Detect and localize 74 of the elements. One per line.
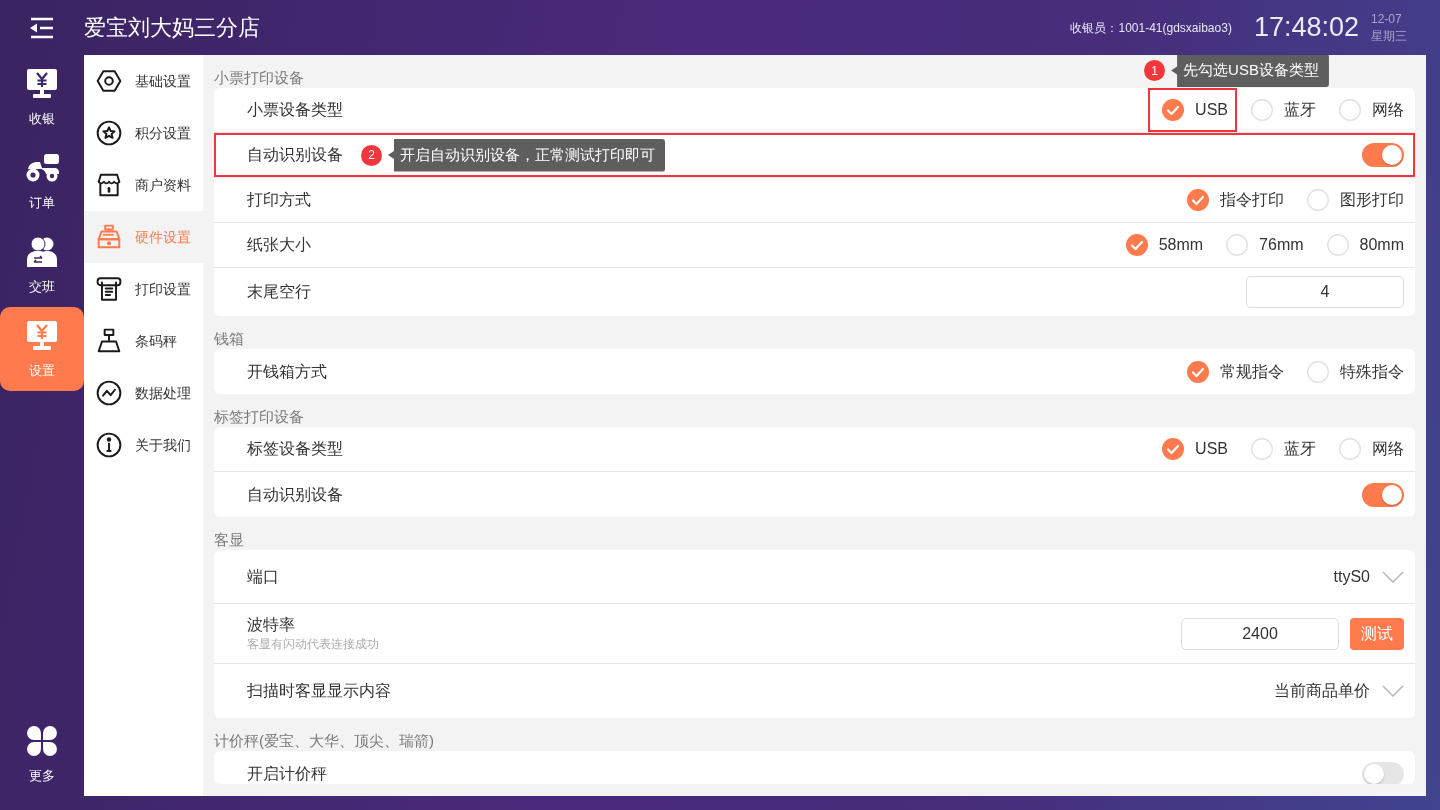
menu-item[interactable]: 商户资料 xyxy=(84,159,203,211)
users-swap-icon xyxy=(26,236,58,268)
monitor-yen-icon xyxy=(26,69,58,99)
menu-item[interactable]: 基础设置 xyxy=(84,55,203,107)
menu-icon[interactable] xyxy=(29,16,55,39)
dropdown-select[interactable]: 当前商品单价 xyxy=(1274,679,1404,703)
radio-option[interactable]: 58mm xyxy=(1111,223,1213,267)
row-label: 扫描时客显显示内容 xyxy=(247,681,391,701)
cashier-label: 收银员：1001-41(gdsxaibao3) xyxy=(1070,19,1232,37)
row-label: 小票设备类型 xyxy=(247,100,343,120)
chevron-down-icon xyxy=(1382,685,1404,697)
row-label: 打印方式 xyxy=(247,190,311,210)
scale-icon xyxy=(96,328,122,354)
radio-option[interactable]: 蓝牙 xyxy=(1237,88,1325,132)
toggle-switch[interactable] xyxy=(1362,761,1404,784)
radio-option[interactable]: 80mm xyxy=(1312,223,1413,267)
row-hint: 客显有闪动代表连接成功 xyxy=(247,636,379,653)
weekday-text: 星期三 xyxy=(1371,27,1407,45)
section-title: 小票打印设备 xyxy=(214,69,304,86)
section-title: 钱箱 xyxy=(214,330,244,347)
radio-option[interactable]: 特殊指令 xyxy=(1293,349,1413,394)
row-label: 末尾空行 xyxy=(247,282,311,302)
star-circle-icon xyxy=(96,120,122,146)
menu-item[interactable]: 条码秤 xyxy=(84,315,203,367)
step-badge: 1 xyxy=(1144,60,1166,81)
printer-icon xyxy=(96,276,122,302)
row-label: 端口 xyxy=(247,566,279,587)
store-title: 爱宝刘大妈三分店 xyxy=(84,14,260,42)
radio-option[interactable]: USB xyxy=(1148,427,1237,471)
row-label: 开启计价秤 xyxy=(247,763,327,784)
menu-item[interactable]: 数据处理 xyxy=(84,367,203,419)
nav-item[interactable]: 收银 xyxy=(0,55,84,139)
row-label: 自动识别设备 xyxy=(247,484,343,505)
nav-item[interactable]: 更多 xyxy=(0,712,84,796)
info-icon xyxy=(96,432,122,458)
date-text: 12-07 xyxy=(1371,10,1403,28)
radio-option[interactable]: 常规指令 xyxy=(1173,349,1293,394)
step-badge: 2 xyxy=(361,144,382,166)
row-label: 纸张大小 xyxy=(247,235,311,255)
radio-option[interactable]: 网络 xyxy=(1325,88,1413,132)
grid-icon xyxy=(26,725,58,757)
radio-option[interactable]: 图形打印 xyxy=(1293,178,1413,222)
nav-item[interactable]: 交班 xyxy=(0,223,84,307)
section-title: 计价秤(爱宝、大华、顶尖、瑞箭) xyxy=(214,732,434,749)
menu-item[interactable]: 积分设置 xyxy=(84,107,203,159)
input-field[interactable]: 2400 xyxy=(1181,617,1339,650)
row-label: 波特率 xyxy=(247,615,296,635)
radio-option[interactable]: 网络 xyxy=(1325,427,1413,471)
hexagon-nut-icon xyxy=(96,68,122,94)
input-field[interactable]: 4 xyxy=(1246,276,1404,308)
radio-option[interactable]: 蓝牙 xyxy=(1237,427,1325,471)
menu-item[interactable]: 关于我们 xyxy=(84,419,203,471)
row-label: 标签设备类型 xyxy=(247,439,343,459)
clock-time: 17:48:02 xyxy=(1253,14,1359,41)
radio-option[interactable]: 指令打印 xyxy=(1173,178,1293,222)
vehicle-icon xyxy=(24,153,60,183)
row-label: 开钱箱方式 xyxy=(247,361,327,382)
annotation-tooltip: 先勾选USB设备类型 xyxy=(1171,55,1329,87)
line-chart-circle-icon xyxy=(96,380,122,406)
section-title: 客显 xyxy=(214,531,244,548)
toggle-switch[interactable] xyxy=(1362,143,1404,167)
annotation-tooltip: 开启自动识别设备，正常测试打印即可 xyxy=(388,138,665,172)
radio-option[interactable]: USB xyxy=(1148,88,1237,132)
monitor-yen-icon xyxy=(26,321,58,351)
chevron-down-icon xyxy=(1382,570,1404,583)
dropdown-select[interactable]: ttyS0 xyxy=(1333,564,1404,589)
radio-option[interactable]: 76mm xyxy=(1212,223,1313,267)
cash-register-icon xyxy=(96,224,122,250)
nav-item[interactable]: 订单 xyxy=(0,139,84,223)
section-title: 标签打印设备 xyxy=(214,408,304,425)
row-label: 自动识别设备 xyxy=(247,145,343,165)
toggle-switch[interactable] xyxy=(1362,482,1404,507)
store-icon xyxy=(96,172,122,198)
menu-item[interactable]: 打印设置 xyxy=(84,263,203,315)
